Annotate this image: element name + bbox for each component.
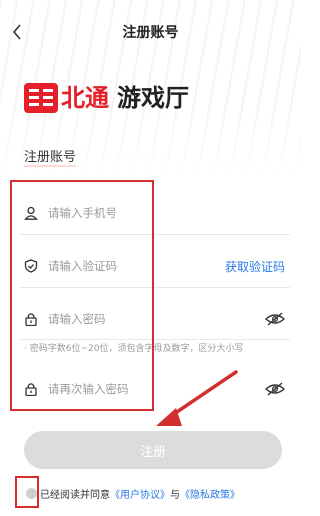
get-code-button[interactable]: 获取验证码	[225, 258, 285, 275]
annotation-box-fields	[10, 180, 154, 411]
header: 注册账号	[0, 0, 301, 60]
brand-logo: 北通 游戏厅	[24, 83, 189, 113]
eye-off-icon[interactable]	[265, 312, 285, 326]
betop-logo-mark-icon	[24, 83, 58, 113]
brand-name-primary: 北通	[61, 84, 109, 112]
user-agreement-link[interactable]: 《用户协议》	[110, 486, 170, 501]
page-title: 注册账号	[122, 25, 179, 41]
privacy-policy-link[interactable]: 《隐私政策》	[180, 486, 240, 501]
annotation-arrow-icon	[156, 370, 238, 426]
agree-radio[interactable]	[26, 487, 37, 499]
brand-divider	[134, 89, 135, 109]
register-button[interactable]: 注册	[24, 431, 282, 469]
section-title: 注册账号	[24, 150, 77, 165]
section-underline	[24, 165, 76, 167]
brand-name-secondary: 游戏厅	[117, 84, 189, 112]
eye-off-icon[interactable]	[265, 382, 285, 396]
agreement-prefix: 已经阅读并同意	[40, 489, 110, 501]
agreement-conjunction: 与	[170, 489, 180, 501]
agreement-row: 已经阅读并同意 《用户协议》 与 《隐私政策》	[26, 486, 240, 501]
